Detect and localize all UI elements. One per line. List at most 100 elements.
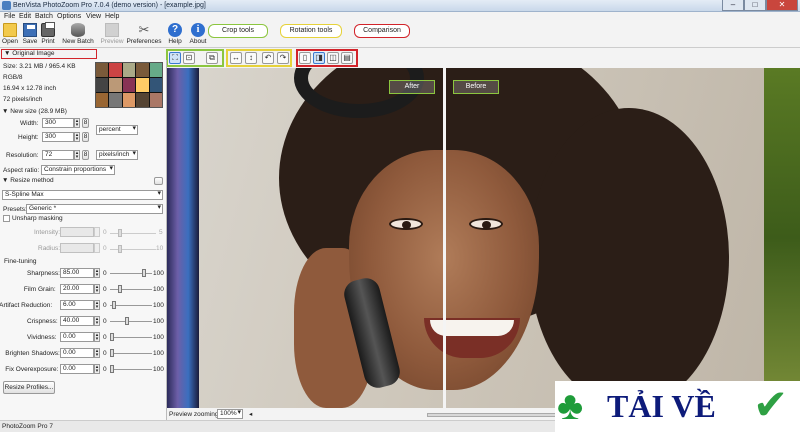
- artifact-reduction-stepper[interactable]: ▴ ▾: [94, 300, 100, 310]
- split-view-button[interactable]: ◨: [313, 52, 325, 64]
- radius-max: 10: [156, 245, 164, 252]
- film-grain-label: Film Grain:: [23, 286, 56, 293]
- artifact-reduction-slider[interactable]: [110, 301, 152, 309]
- flip-horizontal-button[interactable]: ↔: [230, 52, 242, 64]
- sharpness-slider[interactable]: [110, 269, 152, 277]
- zoom-select[interactable]: 100%: [217, 409, 243, 419]
- width-link-button[interactable]: 8: [82, 118, 89, 128]
- maximize-button[interactable]: □: [744, 0, 766, 11]
- height-field[interactable]: 300: [42, 132, 74, 142]
- crop-tools-callout: Crop tools: [208, 24, 268, 38]
- height-stepper[interactable]: ▴ ▾: [74, 132, 80, 142]
- rotate-left-button[interactable]: ↶: [262, 52, 274, 64]
- comparison-divider[interactable]: [443, 68, 446, 408]
- open-button[interactable]: Open: [2, 23, 18, 45]
- info-icon: i: [191, 23, 205, 37]
- crispness-slider[interactable]: [110, 317, 152, 325]
- fix-overexposure-slider[interactable]: [110, 365, 152, 373]
- width-field[interactable]: 300: [42, 118, 74, 128]
- artifact-reduction-slider-thumb[interactable]: [112, 301, 116, 309]
- radius-slider[interactable]: [110, 245, 156, 253]
- preferences-button[interactable]: ✂ Preferences: [126, 23, 162, 46]
- print-label: Print: [41, 38, 55, 45]
- menu-file[interactable]: File: [4, 13, 15, 20]
- horizontal-scrollbar[interactable]: [427, 413, 557, 417]
- minimize-button[interactable]: –: [722, 0, 744, 11]
- vividness-slider[interactable]: [110, 333, 152, 341]
- resolution-stepper[interactable]: ▴ ▾: [74, 150, 80, 160]
- crispness-field[interactable]: 40.00: [60, 316, 94, 326]
- resolution-field[interactable]: 72: [42, 150, 74, 160]
- film-grain-field[interactable]: 20.00: [60, 284, 94, 294]
- preview-area[interactable]: After Before: [167, 68, 800, 408]
- crispness-stepper[interactable]: ▴ ▾: [94, 316, 100, 326]
- brighten-shadows-stepper[interactable]: ▴ ▾: [94, 348, 100, 358]
- close-button[interactable]: ✕: [766, 0, 798, 11]
- comparison-callout: Comparison: [354, 24, 410, 38]
- film-grain-slider-thumb[interactable]: [118, 285, 122, 293]
- fit-tool-button[interactable]: ⊡: [183, 52, 195, 64]
- radius-field[interactable]: [60, 243, 94, 253]
- about-button[interactable]: i About: [189, 23, 207, 45]
- print-button[interactable]: Print: [40, 22, 56, 45]
- help-button[interactable]: ? Help: [167, 23, 183, 45]
- new-size-header[interactable]: ▼ New size (28.9 MB): [2, 108, 67, 115]
- flip-vertical-button[interactable]: ↕: [245, 52, 257, 64]
- vividness-field[interactable]: 0.00: [60, 332, 94, 342]
- crop-tool-button[interactable]: ⧉: [206, 52, 218, 64]
- menu-batch[interactable]: Batch: [35, 13, 53, 20]
- presets-select[interactable]: Generic *: [26, 204, 163, 214]
- menu-options[interactable]: Options: [57, 13, 81, 20]
- save-button[interactable]: Save: [22, 23, 38, 45]
- height-link-button[interactable]: 8: [82, 132, 89, 142]
- resize-profiles-button[interactable]: Resize Profiles...: [3, 381, 55, 394]
- radius-stepper[interactable]: [94, 243, 100, 253]
- app-icon: [2, 1, 11, 10]
- film-grain-slider[interactable]: [110, 285, 152, 293]
- brighten-shadows-slider-thumb[interactable]: [110, 349, 114, 357]
- intensity-slider-thumb[interactable]: [118, 229, 122, 237]
- size-unit-select[interactable]: percent: [96, 125, 138, 135]
- select-tool-button[interactable]: ⛶: [169, 52, 181, 64]
- menu-edit[interactable]: Edit: [19, 13, 31, 20]
- crispness-slider-thumb[interactable]: [125, 317, 129, 325]
- resolution-unit-select[interactable]: pixels/inch: [96, 150, 138, 160]
- film-grain-stepper[interactable]: ▴ ▾: [94, 284, 100, 294]
- brighten-shadows-field[interactable]: 0.00: [60, 348, 94, 358]
- intensity-slider[interactable]: [110, 229, 156, 237]
- fix-overexposure-field[interactable]: 0.00: [60, 364, 94, 374]
- scroll-left-arrow[interactable]: ◂: [249, 410, 252, 418]
- sharpness-slider-thumb[interactable]: [142, 269, 146, 277]
- unsharp-masking-checkbox[interactable]: [3, 215, 10, 222]
- resize-method-select[interactable]: S-Spline Max: [2, 190, 163, 200]
- resize-method-header[interactable]: ▼ Resize method: [2, 177, 54, 184]
- resolution-link-button[interactable]: 8: [82, 150, 89, 160]
- width-stepper[interactable]: ▴ ▾: [74, 118, 80, 128]
- side-by-side-button[interactable]: ◫: [327, 52, 339, 64]
- brighten-shadows-slider[interactable]: [110, 349, 152, 357]
- preview-button[interactable]: Preview: [100, 23, 124, 45]
- intensity-field[interactable]: [60, 227, 94, 237]
- sharpness-stepper[interactable]: ▴ ▾: [94, 268, 100, 278]
- stacked-view-button[interactable]: ▤: [341, 52, 353, 64]
- sharpness-label: Sharpness:: [27, 270, 60, 277]
- resize-method-options-button[interactable]: [154, 177, 163, 185]
- menu-view[interactable]: View: [86, 13, 101, 20]
- color-mode-info: RGB/8: [3, 74, 23, 81]
- fix-overexposure-stepper[interactable]: ▴ ▾: [94, 364, 100, 374]
- vividness-slider-thumb[interactable]: [110, 333, 114, 341]
- vividness-stepper[interactable]: ▴ ▾: [94, 332, 100, 342]
- fix-overexposure-slider-thumb[interactable]: [110, 365, 114, 373]
- aspect-ratio-select[interactable]: Constrain proportions: [41, 165, 115, 175]
- unsharp-masking-label: Unsharp masking: [12, 215, 63, 222]
- original-image-header[interactable]: ▼ Original Image: [1, 49, 97, 59]
- menu-help[interactable]: Help: [105, 13, 119, 20]
- radius-slider-thumb[interactable]: [118, 245, 122, 253]
- artifact-reduction-field[interactable]: 6.00: [60, 300, 94, 310]
- sharpness-field[interactable]: 85.00: [60, 268, 94, 278]
- before-label: Before: [453, 80, 499, 94]
- single-view-button[interactable]: ▯: [299, 52, 311, 64]
- rotate-right-button[interactable]: ↷: [277, 52, 289, 64]
- intensity-stepper[interactable]: [94, 227, 100, 237]
- new-batch-button[interactable]: New Batch: [62, 23, 94, 45]
